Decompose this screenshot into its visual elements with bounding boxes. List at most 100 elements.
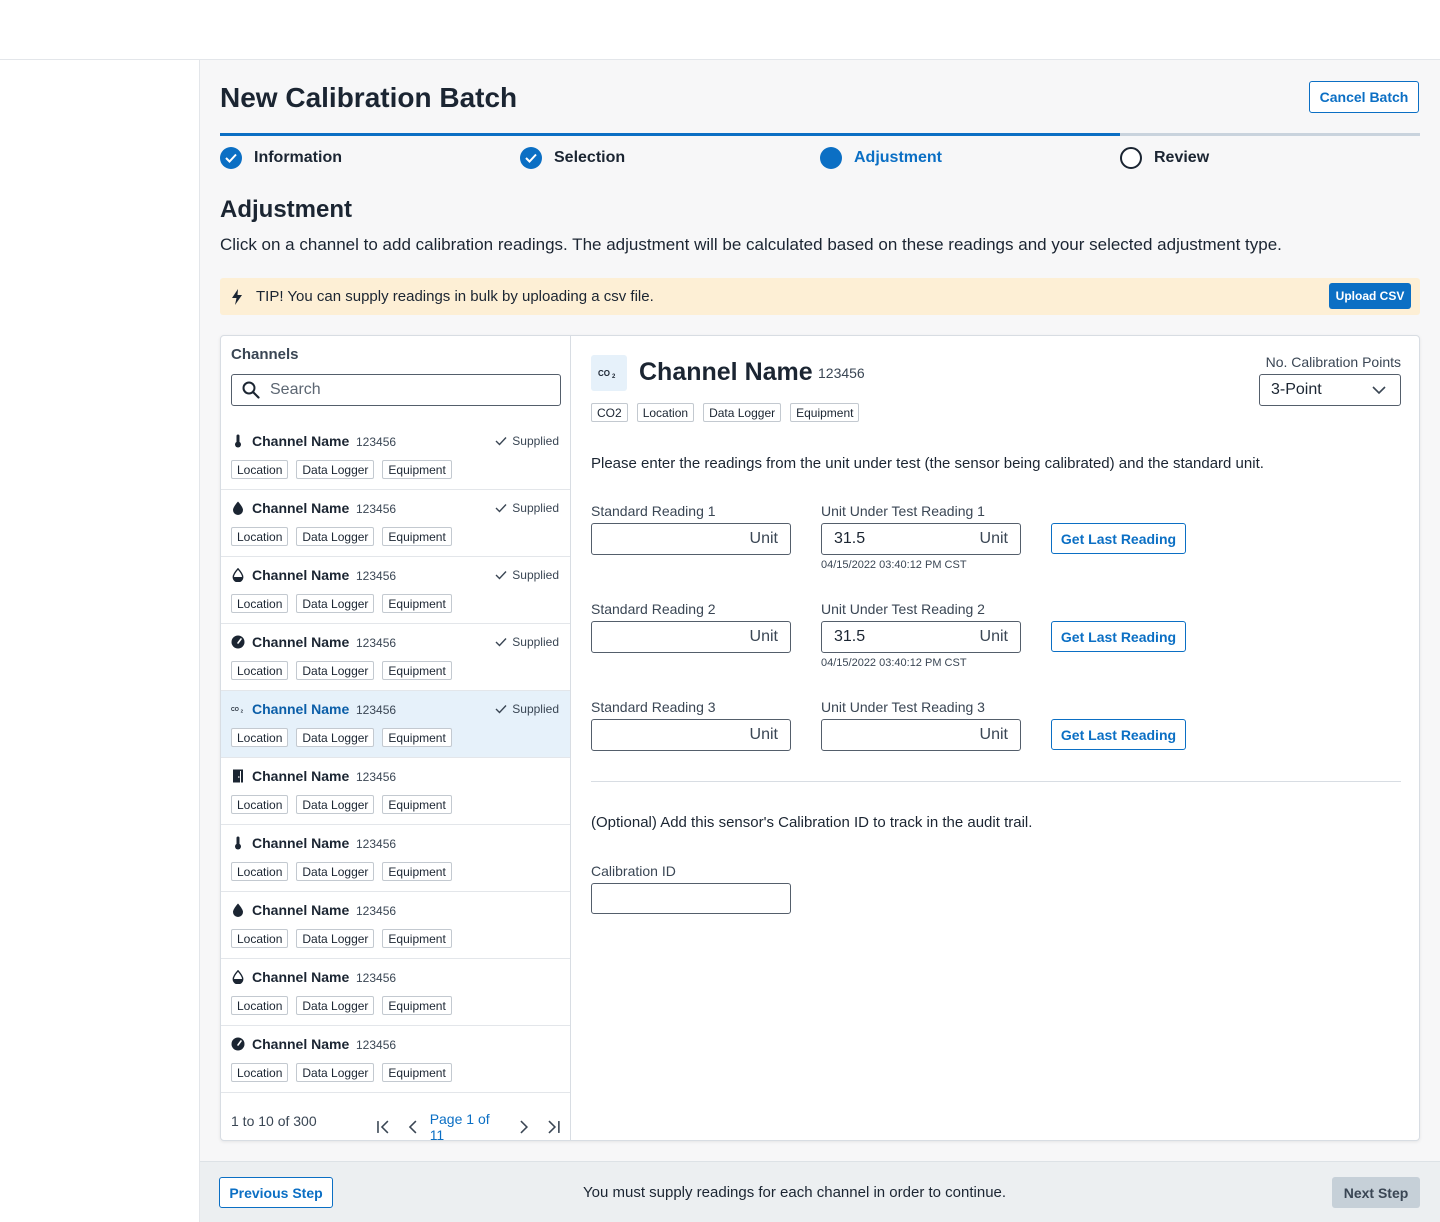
tag: Equipment — [382, 594, 452, 613]
step-label: Adjustment — [854, 149, 942, 166]
tag: Equipment — [382, 929, 452, 948]
channel-id: 123456 — [818, 365, 865, 381]
channel-item-name: Channel Name — [252, 634, 350, 650]
channel-name: Channel Name — [639, 358, 813, 386]
unit-suffix: Unit — [749, 726, 778, 743]
standard-reading-label: Standard Reading 1 — [591, 503, 716, 519]
tag: Data Logger — [296, 862, 375, 881]
search-box[interactable] — [231, 374, 561, 406]
channel-item-name: Channel Name — [252, 567, 350, 583]
door-icon — [231, 769, 245, 783]
channel-list-item[interactable]: CO 2 Channel Name 123456 Supplied Location Dat… — [221, 691, 570, 758]
tag: Data Logger — [296, 1063, 375, 1082]
optional-text: (Optional) Add this sensor's Calibration… — [591, 814, 1033, 831]
svg-text:2: 2 — [241, 709, 244, 714]
channel-list-item[interactable]: Channel Name 123456 Supplied Location Data L… — [221, 490, 570, 557]
channel-tags: CO2 Location Data Logger Equipment — [591, 403, 860, 422]
search-input[interactable] — [270, 381, 540, 399]
uut-reading-field[interactable]: 31.5 Unit — [821, 621, 1021, 653]
svg-text:CO: CO — [598, 369, 610, 378]
channel-item-tags: Location Data Logger Equipment — [231, 862, 452, 881]
channel-item-tags: Location Data Logger Equipment — [231, 996, 452, 1015]
calibration-points-select[interactable]: 3-Point — [1259, 374, 1401, 406]
step-review[interactable]: Review — [1120, 147, 1209, 169]
uut-reading-field[interactable]: Unit — [821, 719, 1021, 751]
tag: Location — [231, 862, 289, 881]
tag: Location — [231, 527, 289, 546]
tag: Equipment — [382, 460, 452, 479]
gauge-icon — [231, 1037, 245, 1051]
uut-reading-value: 31.5 — [834, 628, 866, 645]
uut-reading-field[interactable]: 31.5 Unit — [821, 523, 1021, 555]
tag: Location — [231, 661, 289, 680]
channel-item-id: 123456 — [356, 837, 397, 851]
previous-step-button[interactable]: Previous Step — [219, 1177, 333, 1208]
next-page-icon[interactable] — [515, 1119, 531, 1135]
calibration-points-value: 3-Point — [1271, 381, 1322, 398]
standard-reading-field[interactable]: Unit — [591, 523, 791, 555]
channel-list-item[interactable]: Channel Name 123456 Supplied Location Data L… — [221, 423, 570, 490]
section-title: Adjustment — [220, 196, 352, 223]
svg-text:CO: CO — [231, 707, 239, 713]
channel-item-name: Channel Name — [252, 768, 350, 784]
step-adjustment[interactable]: Adjustment — [820, 147, 942, 169]
channel-item-name: Channel Name — [252, 433, 350, 449]
reading-timestamp: 04/15/2022 03:40:12 PM CST — [821, 559, 967, 571]
unit-suffix: Unit — [979, 726, 1008, 743]
status-text: Supplied — [512, 702, 559, 716]
pagination-count: 1 to 10 of 300 — [231, 1113, 317, 1129]
unit-suffix: Unit — [979, 628, 1008, 645]
uut-reading-label: Unit Under Test Reading 1 — [821, 503, 985, 519]
first-page-icon[interactable] — [376, 1119, 392, 1135]
tag: Data Logger — [296, 594, 375, 613]
status-text: Supplied — [512, 568, 559, 582]
thermometer-icon — [231, 836, 245, 850]
footer-bar: Previous Step You must supply readings f… — [200, 1161, 1440, 1222]
svg-text:2: 2 — [612, 374, 616, 378]
get-last-reading-button[interactable]: Get Last Reading — [1051, 719, 1186, 750]
supplied-status: Supplied — [495, 635, 559, 649]
next-step-button[interactable]: Next Step — [1332, 1177, 1420, 1208]
droplet-icon — [231, 501, 245, 515]
channel-item-name: Channel Name — [252, 902, 350, 918]
channel-list-item[interactable]: Channel Name 123456 Location Data Logger Equ… — [221, 1026, 570, 1093]
divider — [591, 781, 1401, 782]
previous-page-icon[interactable] — [406, 1119, 422, 1135]
channel-item-id: 123456 — [356, 569, 397, 583]
tag: Equipment — [382, 1063, 452, 1082]
channel-list-item[interactable]: Channel Name 123456 Location Data Logger Equ… — [221, 959, 570, 1026]
last-page-icon[interactable] — [545, 1119, 561, 1135]
get-last-reading-button[interactable]: Get Last Reading — [1051, 621, 1186, 652]
channel-list-item[interactable]: Channel Name 123456 Location Data Logger Equ… — [221, 825, 570, 892]
progress-track — [220, 133, 1420, 136]
uut-reading-value: 31.5 — [834, 530, 866, 547]
standard-reading-field[interactable]: Unit — [591, 621, 791, 653]
tag: Location — [231, 929, 289, 948]
channels-title: Channels — [231, 346, 299, 363]
humidity-icon — [231, 568, 245, 582]
channel-list-item[interactable]: Channel Name 123456 Location Data Logger Equ… — [221, 758, 570, 825]
channel-item-tags: Location Data Logger Equipment — [231, 594, 452, 613]
step-information[interactable]: Information — [220, 147, 342, 169]
step-label: Review — [1154, 149, 1210, 166]
unit-suffix: Unit — [749, 628, 778, 645]
empty-circle-icon — [1120, 147, 1142, 169]
tag: Equipment — [790, 403, 860, 422]
get-last-reading-button[interactable]: Get Last Reading — [1051, 523, 1186, 554]
standard-reading-field[interactable]: Unit — [591, 719, 791, 751]
top-bar — [0, 0, 1440, 60]
standard-reading-label: Standard Reading 2 — [591, 601, 716, 617]
calibration-id-field[interactable] — [591, 883, 791, 914]
side-navigation — [0, 60, 200, 1222]
section-description: Click on a channel to add calibration re… — [220, 235, 1282, 254]
status-text: Supplied — [512, 501, 559, 515]
upload-csv-button[interactable]: Upload CSV — [1329, 283, 1411, 309]
channel-list-item[interactable]: Channel Name 123456 Supplied Location Data L… — [221, 624, 570, 691]
unit-suffix: Unit — [979, 530, 1008, 547]
step-selection[interactable]: Selection — [520, 147, 625, 169]
channel-list-item[interactable]: Channel Name 123456 Location Data Logger Equ… — [221, 892, 570, 959]
cancel-batch-button[interactable]: Cancel Batch — [1309, 81, 1419, 113]
channel-list-item[interactable]: Channel Name 123456 Supplied Location Data L… — [221, 557, 570, 624]
tag: Data Logger — [296, 728, 375, 747]
co2-icon: CO 2 — [591, 355, 627, 391]
